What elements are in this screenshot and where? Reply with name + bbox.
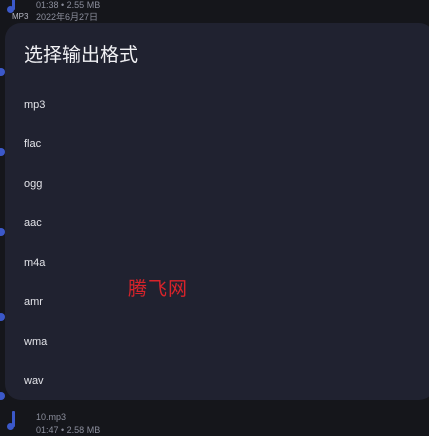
format-option-label: mp3	[24, 99, 46, 111]
item-meta: 01:47 • 2.58 MB	[36, 425, 101, 435]
format-option-amr[interactable]: amr	[5, 284, 425, 322]
format-tag: MP3	[12, 12, 29, 21]
format-option-m4a[interactable]: m4a	[5, 245, 425, 283]
format-option-flac[interactable]: flac	[5, 126, 425, 164]
output-format-dialog: 选择输出格式 mp3 flac ogg aac m4a amr wma wav	[5, 23, 429, 400]
format-option-label: aac	[24, 217, 42, 229]
watermark-text: 腾飞网	[128, 278, 189, 300]
format-option-label: amr	[24, 296, 43, 308]
item-filename: 10.mp3	[36, 412, 67, 422]
audio-list-item-bottom[interactable]: 10.mp3 01:47 • 2.58 MB	[0, 408, 429, 436]
format-option-label: wav	[24, 375, 44, 387]
audio-list-item-top[interactable]: MP3 01:38 • 2.55 MB 2022年6月27日	[0, 0, 429, 24]
format-option-wma[interactable]: wma	[5, 324, 425, 362]
music-note-icon	[6, 411, 18, 433]
format-option-aac[interactable]: aac	[5, 205, 425, 243]
item-meta: 01:38 • 2.55 MB	[36, 0, 101, 10]
item-date: 2022年6月27日	[36, 12, 99, 22]
format-option-label: flac	[24, 138, 42, 150]
format-option-mp3[interactable]: mp3	[5, 87, 425, 125]
format-option-label: m4a	[24, 257, 46, 269]
format-option-wav[interactable]: wav	[5, 363, 425, 401]
format-option-ogg[interactable]: ogg	[5, 166, 425, 204]
format-option-label: wma	[24, 336, 48, 348]
format-option-label: ogg	[24, 178, 43, 190]
dialog-title: 选择输出格式	[24, 45, 139, 66]
